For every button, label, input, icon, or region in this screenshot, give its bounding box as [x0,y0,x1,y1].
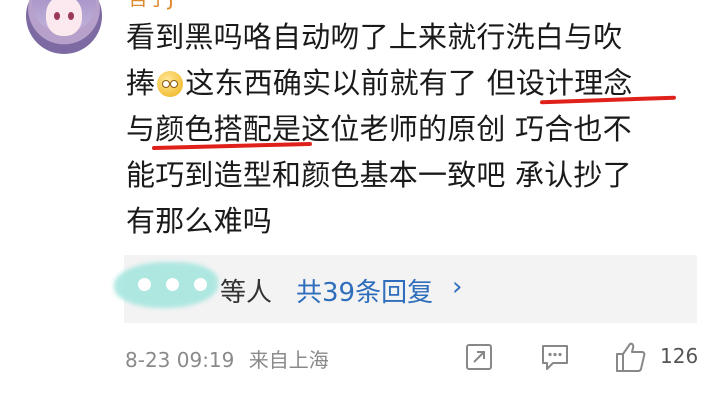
location: 来自上海 [248,348,329,372]
comment-line-5: 有那么难吗 [126,204,273,238]
blur-dot [138,278,151,291]
like-count: 126 [660,344,699,368]
timestamp: 8-23 09:19 [125,348,235,372]
comment-meta: 8-23 09:19 来自上海 [125,344,329,373]
avatar-eye-left [54,12,60,20]
avatar-eye-right [68,12,74,20]
rolling-eyes-emoji-icon [157,71,184,97]
thumbs-up-icon[interactable] [614,340,648,374]
comment-line-1: 看到黑吗咯自动吻了上来就行洗白与吹 [126,20,623,54]
username[interactable]: 吾子J· [128,0,180,8]
share-icon[interactable] [464,342,494,372]
view-replies-link[interactable]: 共39条回复 [296,272,433,309]
blur-dot [194,278,207,291]
avatar[interactable] [26,0,102,54]
chevron-right-icon[interactable]: › [452,272,462,302]
replies-suffix: 等人 [220,278,273,308]
blur-dot [166,278,179,291]
comment-line-4: 能巧到造型和颜色基本一致吧 承认抄了 [126,158,632,192]
comment-icon[interactable] [540,342,570,372]
comment-text: 看到黑吗咯自动吻了上来就行洗白与吹 捧这东西确实以前就有了 但设计理念 与颜色搭… [126,14,698,244]
avatar-face [46,0,82,36]
